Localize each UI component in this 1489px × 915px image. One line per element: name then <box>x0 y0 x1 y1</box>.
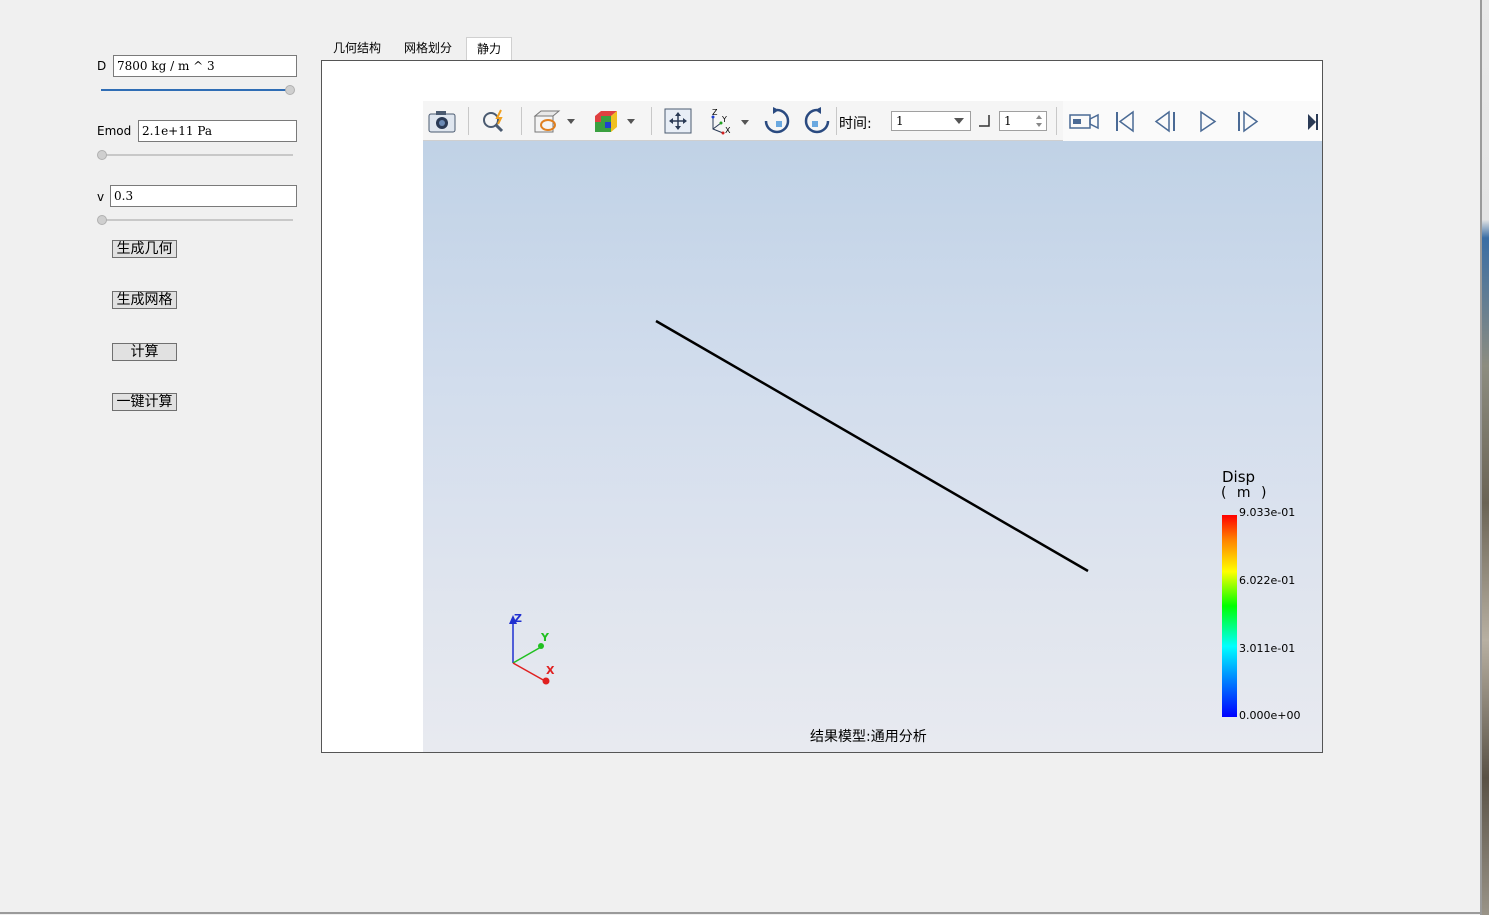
play-icon[interactable] <box>1197 110 1219 134</box>
step-spinbox-value: 1 <box>1004 114 1012 128</box>
step-marker-icon <box>979 115 990 127</box>
legend-tick-max: 9.033e-01 <box>1239 506 1296 519</box>
svg-text:X: X <box>725 126 731 135</box>
step-spinbox[interactable]: 1 <box>999 111 1047 131</box>
prev-frame-icon[interactable] <box>1153 110 1179 134</box>
density-input[interactable]: 7800 kg / m ^ 3 <box>113 55 297 77</box>
color-cube-icon[interactable] <box>591 108 637 134</box>
emod-slider-track[interactable] <box>101 154 293 156</box>
emod-slider-handle[interactable] <box>97 150 107 160</box>
emod-input[interactable]: 2.1e+11 Pa <box>138 120 297 142</box>
spin-arrows-icon[interactable] <box>1035 114 1043 128</box>
tab-static[interactable]: 静力 <box>466 37 512 60</box>
axis-y-label: Y <box>540 631 550 644</box>
time-select-value: 1 <box>896 114 904 128</box>
fit-view-icon[interactable] <box>663 108 693 134</box>
legend-tick-min: 0.000e+00 <box>1239 709 1301 722</box>
poisson-slider-track[interactable] <box>101 219 293 221</box>
camera-icon[interactable] <box>427 108 457 134</box>
generate-mesh-button[interactable]: 生成网格 <box>112 291 177 309</box>
legend-tick-2: 6.022e-01 <box>1239 574 1296 587</box>
viewer-toolbar: Z Y X 时间: 1 1 <box>423 101 1320 141</box>
density-label: D <box>97 59 107 73</box>
result-model-caption: 结果模型:通用分析 <box>810 729 927 745</box>
compute-button[interactable]: 计算 <box>112 343 177 361</box>
density-slider-handle[interactable] <box>285 85 295 95</box>
poisson-input[interactable]: 0.3 <box>110 185 297 207</box>
density-slider-fill <box>101 89 290 91</box>
section-view-icon[interactable] <box>531 108 577 134</box>
poisson-slider-handle[interactable] <box>97 215 107 225</box>
tab-mesh[interactable]: 网格划分 <box>397 37 459 60</box>
axis-z-label: Z <box>514 612 522 625</box>
zoom-icon[interactable] <box>479 108 509 134</box>
legend-tick-1: 3.011e-01 <box>1239 642 1296 655</box>
legend-title: Disp <box>1222 468 1256 486</box>
chevron-down-icon <box>954 118 964 124</box>
axes-orientation-icon[interactable]: Z Y X <box>705 105 755 137</box>
axis-x-label: X <box>546 664 555 677</box>
record-icon[interactable] <box>1068 111 1100 133</box>
generate-geometry-button[interactable]: 生成几何 <box>112 240 177 258</box>
axes-triad: Z Y X <box>509 612 555 685</box>
emod-label: Emod <box>97 124 132 138</box>
beam-element <box>655 319 1089 573</box>
next-frame-icon[interactable] <box>1235 110 1261 134</box>
3d-viewport[interactable]: Z Y X Disp ( m ) 9.033e-01 6.022e-01 3.0… <box>423 141 1322 752</box>
tab-geometry[interactable]: 几何结构 <box>326 37 388 60</box>
first-frame-icon[interactable] <box>1113 110 1137 134</box>
legend-unit: ( m ) <box>1221 485 1270 501</box>
poisson-label: v <box>97 190 105 204</box>
time-label: 时间: <box>839 116 872 132</box>
animation-controls <box>1063 101 1320 141</box>
last-frame-icon[interactable] <box>1306 112 1320 132</box>
time-select[interactable]: 1 <box>891 111 971 131</box>
one-click-compute-button[interactable]: 一键计算 <box>112 393 177 411</box>
window-bottom-border <box>0 912 1480 914</box>
desktop-background <box>1482 0 1489 915</box>
rotate-cw-icon[interactable] <box>761 107 793 135</box>
rotate-ccw-icon[interactable] <box>801 107 833 135</box>
legend-color-bar <box>1222 515 1237 717</box>
